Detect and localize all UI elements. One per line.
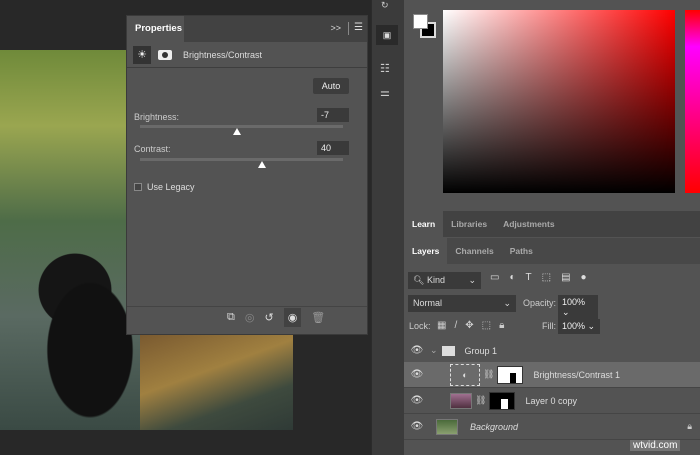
layer-tabs: Layers Channels Paths	[404, 238, 700, 264]
adjustment-name: Brightness/Contrast	[183, 49, 263, 60]
layer-mask-thumbnail[interactable]	[489, 391, 516, 410]
brightness-icon[interactable]: ☀	[133, 45, 151, 64]
tab-learn[interactable]: Learn	[404, 211, 444, 237]
link-icon[interactable]: ⛓	[483, 369, 494, 380]
brightness-input[interactable]: -7	[317, 108, 349, 122]
smart-object-filter-icon[interactable]: ▤	[561, 272, 570, 283]
brightness-label: Brightness:	[134, 112, 180, 122]
filter-kind-select[interactable]: 🔍︎ Kind ⌄	[408, 272, 481, 289]
mask-icon[interactable]	[156, 46, 174, 64]
tab-channels[interactable]: Channels	[447, 238, 501, 264]
opacity-label: Opacity:	[523, 298, 557, 308]
divider	[348, 22, 349, 35]
use-legacy-label: Use Legacy	[147, 182, 195, 192]
divider	[127, 306, 367, 307]
lock-artboard-icon[interactable]: ⬚	[482, 320, 491, 331]
delete-icon[interactable]: 🗑	[311, 311, 325, 324]
use-legacy-checkbox[interactable]	[134, 183, 142, 191]
layer-thumbnail	[450, 392, 472, 409]
layer-name: Group 1	[464, 345, 498, 356]
contrast-slider-thumb[interactable]	[257, 161, 266, 168]
history-icon[interactable]: ↻	[381, 0, 389, 11]
layer-thumbnail	[436, 418, 458, 435]
blend-mode-select[interactable]: Normal ⌄	[408, 295, 516, 312]
layer-name: Brightness/Contrast 1	[533, 369, 620, 380]
lock-position-icon[interactable]: ✥	[465, 320, 473, 331]
shape-filter-icon[interactable]: ⬚	[542, 272, 551, 283]
lock-label: Lock:	[409, 321, 431, 331]
layer-row[interactable]: 👁︎ ⌄ Group 1	[404, 338, 700, 364]
type-filter-icon[interactable]: T	[526, 272, 532, 283]
layer-row[interactable]: 👁︎ Background 🔒︎	[404, 414, 700, 440]
adjustment-filter-icon[interactable]: ◐	[509, 272, 515, 283]
lock-all-icon[interactable]: 🔒︎	[499, 320, 504, 331]
link-icon[interactable]: ⛓	[475, 395, 486, 406]
fill-label: Fill:	[542, 321, 556, 331]
eye-icon[interactable]: 👁︎	[404, 395, 430, 406]
brightness-slider[interactable]	[140, 125, 343, 128]
clip-to-layer-icon[interactable]: ⧉	[227, 311, 235, 324]
top-tabs: Learn Libraries Adjustments	[404, 211, 700, 237]
properties-panel: Properties >> ☰ ☀ Brightness/Contrast Au…	[126, 15, 368, 335]
photo-leaves	[140, 335, 293, 430]
adjustment-thumbnail-icon: ◐	[450, 363, 480, 386]
tab-paths[interactable]: Paths	[502, 238, 541, 264]
visibility-icon[interactable]: ◉	[283, 308, 302, 327]
fill-input[interactable]: 100% ⌄	[558, 319, 600, 334]
opacity-input[interactable]: 100% ⌄	[558, 295, 598, 320]
contrast-label: Contrast:	[134, 144, 171, 154]
watermark: wtvid.com	[630, 440, 681, 451]
layer-row-selected[interactable]: 👁︎ ◐ ⛓ Brightness/Contrast 1	[404, 362, 700, 388]
lock-transparent-icon[interactable]: ▦	[437, 320, 446, 331]
auto-button[interactable]: Auto	[313, 78, 349, 94]
chevron-down-icon[interactable]: ⌄	[430, 345, 438, 356]
brush-presets-icon[interactable]: ⚌	[380, 86, 390, 99]
contrast-input[interactable]: 40	[317, 141, 349, 155]
image-filter-icon[interactable]: ▭	[490, 272, 499, 283]
brush-settings-icon[interactable]: ☷	[380, 62, 390, 75]
layer-name: Background	[470, 421, 519, 432]
lock-image-icon[interactable]: /	[454, 320, 457, 331]
tab-adjustments[interactable]: Adjustments	[495, 211, 562, 237]
brightness-slider-thumb[interactable]	[232, 128, 241, 135]
layer-mask-thumbnail[interactable]	[497, 365, 524, 384]
contrast-slider[interactable]	[140, 158, 343, 161]
lock-icon: 🔒︎	[687, 421, 692, 431]
foreground-color-swatch[interactable]	[413, 14, 428, 29]
color-picker-field[interactable]	[443, 10, 675, 193]
tab-layers[interactable]: Layers	[404, 238, 448, 264]
eye-icon[interactable]: 👁︎	[404, 345, 430, 356]
3d-icon[interactable]: ▣	[376, 25, 398, 45]
view-previous-state-icon[interactable]: ◎	[245, 311, 255, 324]
menu-icon[interactable]: ☰	[354, 22, 363, 33]
folder-icon	[441, 345, 455, 356]
layer-row[interactable]: 👁︎ ⛓ Layer 0 copy	[404, 388, 700, 414]
hue-slider[interactable]	[685, 10, 700, 193]
tab-properties[interactable]: Properties	[127, 16, 184, 42]
collapse-button[interactable]: >>	[330, 23, 341, 33]
eye-icon[interactable]: 👁︎	[404, 369, 430, 380]
filter-toggle[interactable]: ●	[581, 272, 587, 283]
reset-icon[interactable]: ↺	[264, 311, 273, 324]
panel-toolbar: ↻ ▣ ☷ ⚌	[371, 0, 404, 455]
tab-libraries[interactable]: Libraries	[443, 211, 495, 237]
layer-name: Layer 0 copy	[525, 395, 577, 406]
eye-icon[interactable]: 👁︎	[404, 421, 430, 432]
